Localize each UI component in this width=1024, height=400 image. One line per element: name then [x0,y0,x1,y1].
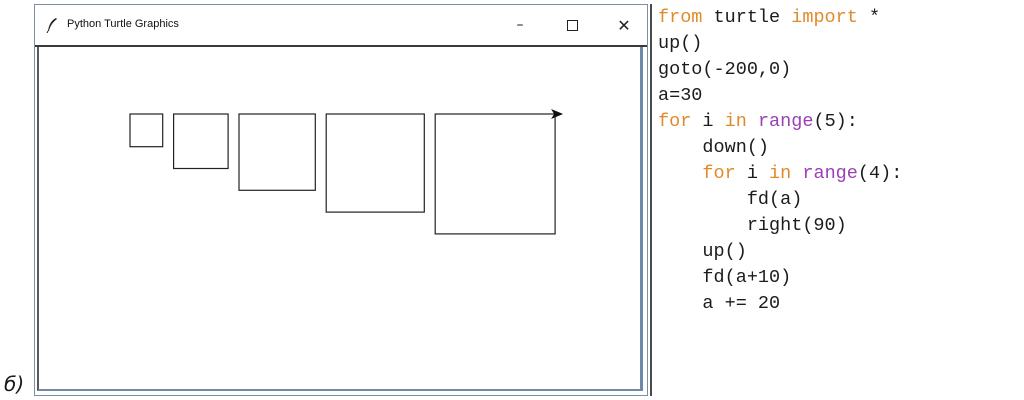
code-line: down() [658,136,769,160]
code-text: up() [658,33,703,54]
maximize-button[interactable] [549,5,595,45]
code-keyword: for [702,163,736,184]
drawn-square [238,113,316,191]
code-text: goto(-200,0) [658,59,792,80]
minimize-icon: – [516,17,524,33]
code-line: goto(-200,0) [658,58,791,82]
code-text: fd(a+10) [658,267,792,288]
drawn-square [434,113,556,235]
code-text: a += 20 [658,293,781,314]
code-builtin: range [757,111,814,132]
code-text: turtle [702,7,792,28]
figure-label: б) [4,372,25,396]
code-text: * [857,7,881,28]
code-text: fd(a) [658,189,803,210]
window-title: Python Turtle Graphics [67,18,179,30]
close-icon: ✕ [617,15,631,35]
code-text: right(90) [658,215,847,236]
code-line: right(90) [658,214,847,238]
maximize-icon [566,19,578,31]
code-line: fd(a) [658,188,803,212]
code-line: up() [658,240,747,264]
code-keyword: import [791,7,858,28]
code-keyword: in [724,111,747,132]
code-line: from turtle import * [658,6,880,30]
code-keyword: in [769,163,792,184]
feather-icon [46,18,57,33]
code-line: a=30 [658,84,702,108]
code-text: (4): [857,163,903,184]
code-builtin: range [802,163,858,184]
code-line: up() [658,32,702,56]
code-text: up() [658,241,747,262]
drawn-square [173,113,229,170]
code-line: fd(a+10) [658,266,791,290]
turtle-canvas-area [37,47,643,391]
code-panel: from turtle import * up() goto(-200,0) a=30… [650,4,1020,396]
turtle-canvas [129,109,564,235]
code-line: a += 20 [658,292,780,316]
drawn-square [325,113,425,213]
code-keyword: for [658,111,692,132]
minimize-button[interactable]: – [497,5,543,45]
code-line: for i in range(5): [658,110,858,134]
code-keyword: from [658,7,703,28]
code-text: i [735,163,770,184]
code-line: for i in range(4): [658,162,902,186]
window-titlebar[interactable]: Python Turtle Graphics – ✕ [35,5,647,47]
drawn-square [129,113,164,148]
code-text: (5): [813,111,858,132]
code-text: a=30 [658,85,703,106]
close-button[interactable]: ✕ [601,5,647,45]
code-text: down() [658,137,770,158]
turtle-graphics-window: Python Turtle Graphics – ✕ [34,4,648,396]
code-text: i [691,111,725,132]
